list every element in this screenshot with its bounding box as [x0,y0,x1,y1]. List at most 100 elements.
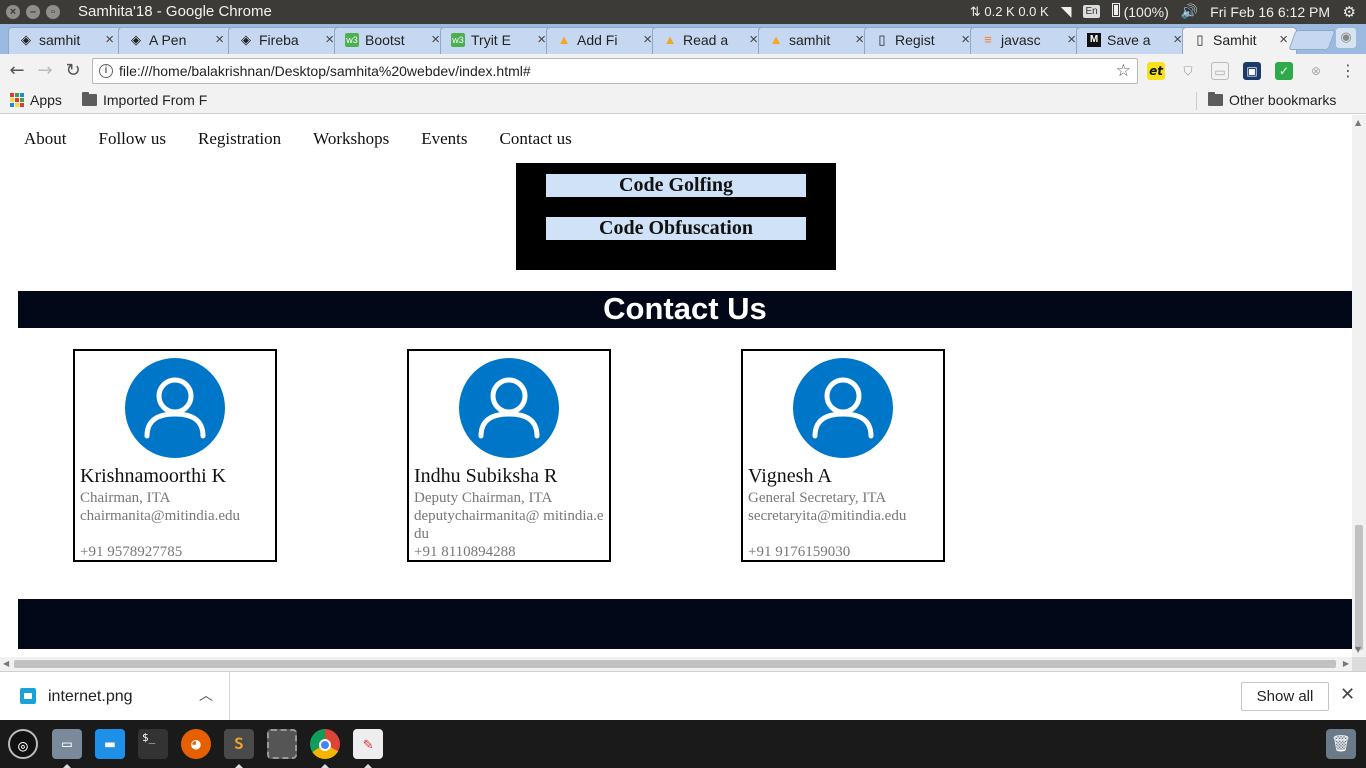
tab-javascript[interactable]: ≡ javasc × [970,27,1085,54]
download-file-name[interactable]: internet.png [48,688,133,706]
back-arrow-icon[interactable]: ← [6,60,28,82]
clock[interactable]: Fri Feb 16 6:12 PM [1210,4,1330,20]
tab-tryit-editor[interactable]: w3 Tryit E × [440,27,555,54]
contact-email: chairmanita@mitindia.edu [80,508,241,524]
extension-shield-icon[interactable]: ⛉ [1179,62,1197,80]
close-tab-icon[interactable]: × [215,28,224,52]
bookmark-imported[interactable]: Imported From F [82,92,207,108]
trash-icon[interactable]: 🗑 [1326,729,1356,759]
text-editor-icon[interactable]: ✎ [353,729,383,759]
contact-role: General Secretary, ITA [748,490,887,506]
minimize-window-icon[interactable]: – [26,5,40,19]
folder-icon [1208,92,1223,106]
scroll-up-arrow-icon[interactable]: ▲ [1355,118,1361,127]
chrome-icon[interactable] [310,729,340,759]
download-item[interactable]: internet.png ︿ [0,672,230,721]
close-tab-icon[interactable]: × [1279,28,1288,52]
tab-a-pen[interactable]: ◈ A Pen × [118,27,233,54]
volume-icon[interactable]: 🔊 [1181,3,1198,20]
address-url[interactable]: file:///home/balakrishnan/Desktop/samhit… [119,63,531,79]
tab-samhita-codepen[interactable]: ◈ samhit × [8,27,123,54]
extension-checkmark-icon[interactable]: ✓ [1275,62,1293,80]
firebase-icon: ▲ [663,32,677,47]
tab-bootstrap[interactable]: w3 Bootst × [334,27,449,54]
show-all-button[interactable]: Show all [1241,682,1329,711]
tab-samhita-active[interactable]: ▯ Samhit × [1182,27,1297,54]
horizontal-scrollbar[interactable]: ◀ ▶ [0,657,1352,671]
battery-indicator[interactable]: (100%) [1111,3,1169,20]
bookmarks-divider [1196,92,1197,110]
contact-phone: +91 8110894288 [414,544,516,560]
info-icon[interactable]: i [99,64,113,78]
firefox-icon[interactable]: ◕ [181,729,211,759]
bookmark-other[interactable]: Other bookmarks [1208,92,1336,108]
close-tab-icon[interactable]: × [1173,28,1182,52]
contact-email: secretaryita@mitindia.edu [748,508,907,524]
nav-link-contact-us[interactable]: Contact us [500,129,572,149]
tab-samhita-firebase[interactable]: ▲ samhit × [758,27,873,54]
contact-card: Indhu Subiksha R Deputy Chairman, ITA de… [407,349,611,562]
user-avatar-icon [793,358,893,458]
close-tab-icon[interactable]: × [325,28,334,52]
keyboard-layout[interactable]: En [1083,5,1100,18]
contact-name: Krishnamoorthi K [80,465,227,487]
close-tab-icon[interactable]: × [643,28,652,52]
close-tab-icon[interactable]: × [749,28,758,52]
extension-cast-icon[interactable]: ▭ [1211,62,1229,80]
event-code-obfuscation[interactable]: Code Obfuscation [546,217,806,240]
files-folder-icon[interactable]: ▭ [52,729,82,759]
close-tab-icon[interactable]: × [431,28,440,52]
apps-grid-icon [10,93,24,107]
nav-link-about[interactable]: About [24,129,67,149]
maximize-window-icon[interactable]: ▫ [46,5,60,19]
close-tab-icon[interactable]: × [105,28,114,52]
ubuntu-launcher-icon[interactable]: ◎ [8,729,38,759]
reload-icon[interactable]: ↻ [62,60,84,82]
close-tab-icon[interactable]: × [961,28,970,52]
running-indicator [364,764,372,768]
codepen-icon: ◈ [21,32,31,47]
close-icon[interactable]: ✕ [1340,684,1355,705]
forward-arrow-icon[interactable]: → [34,60,56,82]
extension-screenshot-icon[interactable]: ▣ [1243,62,1261,80]
window-manager-icon[interactable]: ▬ [95,729,125,759]
transfer-arrows-icon: ⇅ [969,3,981,19]
close-tab-icon[interactable]: × [855,28,864,52]
nav-link-registration[interactable]: Registration [198,129,281,149]
tab-save-a[interactable]: M Save a × [1076,27,1191,54]
screenshot-tool-icon[interactable] [267,729,297,759]
extension-link-icon[interactable]: ⊗ [1307,62,1325,80]
nav-link-follow-us[interactable]: Follow us [99,129,167,149]
contact-email: deputychairmanita@ mitindia.edu [414,508,604,542]
tab-read-and-write[interactable]: ▲ Read a × [652,27,767,54]
close-tab-icon[interactable]: × [537,28,546,52]
bookmark-apps[interactable]: Apps [10,92,62,108]
vertical-scrollbar[interactable]: ▲ ▼ [1352,115,1366,657]
tab-firebase[interactable]: ◈ Fireba × [228,27,343,54]
vertical-scroll-thumb[interactable] [1355,525,1363,650]
close-window-icon[interactable]: × [6,5,20,19]
chrome-menu-icon[interactable]: ⋮ [1339,62,1357,80]
scroll-left-arrow-icon[interactable]: ◀ [3,659,9,668]
terminal-icon[interactable]: $_ [138,729,168,759]
sublime-text-icon[interactable]: S [224,729,254,759]
tab-registration[interactable]: ▯ Regist × [864,27,979,54]
nav-link-events[interactable]: Events [421,129,467,149]
new-tab-button[interactable] [1288,30,1336,50]
close-tab-icon[interactable]: × [1067,28,1076,52]
event-code-golfing[interactable]: Code Golfing [546,174,806,197]
settings-gear-icon[interactable]: ⚙ [1343,3,1356,21]
wifi-icon[interactable]: ◥ [1061,3,1072,20]
nav-link-workshops[interactable]: Workshops [313,129,389,149]
chevron-up-icon[interactable]: ︿ [199,685,213,705]
bookmark-star-icon[interactable]: ☆ [1116,59,1131,83]
contact-name: Vignesh A [748,465,832,487]
profile-icon[interactable]: ◉ [1336,28,1356,48]
extension-et-icon[interactable]: et [1147,62,1165,80]
address-bar[interactable]: i file:///home/balakrishnan/Desktop/samh… [92,58,1138,84]
scroll-down-arrow-icon[interactable]: ▼ [1355,645,1361,654]
tab-add-firebase[interactable]: ▲ Add Fi × [546,27,661,54]
tab-strip: ◈ samhit × ◈ A Pen × ◈ Fireba × w3 Bootst × w3 Tr… [0,24,1366,54]
scroll-right-arrow-icon[interactable]: ▶ [1343,659,1349,668]
horizontal-scroll-thumb[interactable] [14,660,1336,668]
